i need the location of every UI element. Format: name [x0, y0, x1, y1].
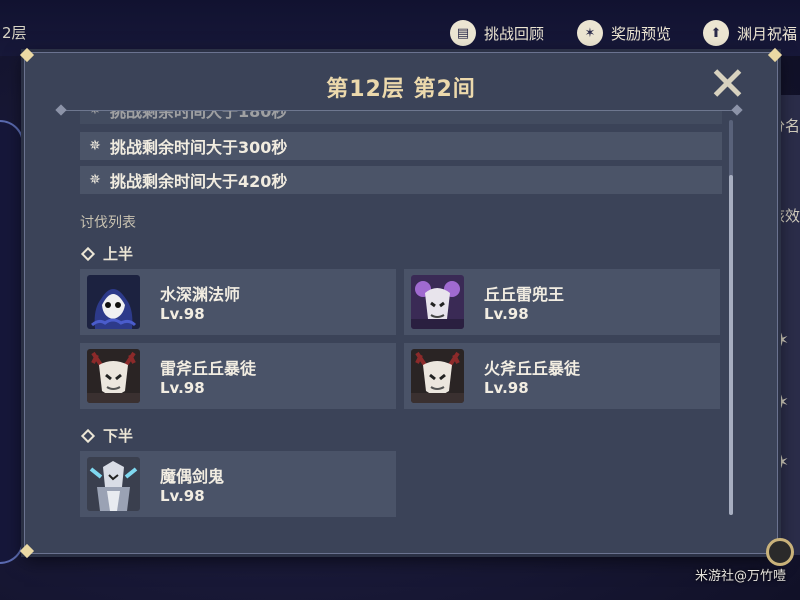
close-icon[interactable] [713, 69, 741, 97]
star-icon: ✵ [89, 138, 101, 154]
star-icon: ✵ [89, 172, 101, 188]
reward-preview-label: 奖励预览 [611, 24, 672, 43]
enemy-list-label: 讨伐列表 [80, 215, 136, 231]
enemy-level: Lv.98 [160, 487, 205, 505]
corner-gold-ring-icon [766, 538, 794, 566]
enemy-card[interactable]: 水深渊法师 Lv.98 [80, 269, 396, 335]
requirement-row: ✵ 挑战剩余时间大于420秒 [80, 166, 722, 194]
chamber-detail-dialog: 第12层 第2间 ✵ 挑战剩余时间大于180秒 ✵ 挑战剩余时间大于300秒 ✵… [24, 52, 778, 554]
scrollbar-thumb[interactable] [729, 175, 733, 515]
enemy-name: 魔偶剑鬼 [160, 467, 225, 486]
reward-preview-button[interactable]: ✶ 奖励预览 [577, 19, 671, 47]
enemy-name: 丘丘雷兜王 [484, 285, 565, 304]
corner-ornament [767, 47, 783, 63]
requirement-row: ✵ 挑战剩余时间大于180秒 [80, 111, 722, 124]
challenge-review-label: 挑战回顾 [484, 24, 545, 43]
enemy-level: Lv.98 [484, 379, 529, 397]
diamond-icon [80, 428, 96, 443]
enemy-level: Lv.98 [160, 305, 205, 323]
corner-ornament [19, 47, 35, 63]
second-half-label: 下半 [80, 425, 133, 446]
requirement-text: 挑战剩余时间大于420秒 [110, 172, 288, 191]
book-icon: ▤ [450, 20, 476, 46]
blessing-label: 渊月祝福 [737, 24, 798, 43]
requirement-text: 挑战剩余时间大于300秒 [110, 138, 288, 157]
star-badge-icon: ✶ [577, 20, 603, 46]
top-navigation-bar: 2层 ▤ 挑战回顾 ✶ 奖励预览 ⬆ 渊月祝福 [0, 0, 800, 56]
dialog-scrollbar[interactable] [729, 120, 733, 515]
enemy-card[interactable]: 丘丘雷兜王 Lv.98 [404, 269, 720, 335]
enemy-card[interactable]: 火斧丘丘暴徒 Lv.98 [404, 343, 720, 409]
blessing-button[interactable]: ⬆ 渊月祝福 [703, 19, 797, 47]
first-half-label: 上半 [80, 243, 133, 264]
second-half-text: 下半 [103, 427, 134, 445]
left-decorative-frame [0, 120, 24, 564]
dialog-title: 第12层 第2间 [326, 77, 476, 102]
abyss-mage-portrait [87, 275, 140, 329]
enemy-name: 水深渊法师 [160, 285, 241, 304]
challenge-review-button[interactable]: ▤ 挑战回顾 [450, 19, 544, 47]
requirement-text: 挑战剩余时间大于180秒 [110, 111, 288, 121]
first-half-text: 上半 [103, 245, 134, 263]
enemy-card[interactable]: 雷斧丘丘暴徒 Lv.98 [80, 343, 396, 409]
mitachurl-portrait [87, 349, 140, 403]
enemy-level: Lv.98 [160, 379, 205, 397]
diamond-icon [80, 246, 96, 261]
maguu-kenki-portrait [87, 457, 140, 511]
dialog-scroll-content[interactable]: ✵ 挑战剩余时间大于180秒 ✵ 挑战剩余时间大于300秒 ✵ 挑战剩余时间大于… [80, 111, 723, 531]
watermark: 米游社@万竹噎 [694, 569, 786, 584]
upload-icon: ⬆ [703, 20, 729, 46]
requirement-row: ✵ 挑战剩余时间大于300秒 [80, 132, 722, 160]
star-icon: ✵ [80, 111, 110, 118]
corner-ornament [19, 543, 35, 559]
mitachurl-portrait [411, 349, 464, 403]
enemy-name: 雷斧丘丘暴徒 [160, 359, 257, 378]
floor-tag: 2层 [2, 24, 27, 42]
enemy-card[interactable]: 魔偶剑鬼 Lv.98 [80, 451, 396, 517]
hilichurl-king-portrait [411, 275, 464, 329]
enemy-name: 火斧丘丘暴徒 [484, 359, 581, 378]
enemy-level: Lv.98 [484, 305, 529, 323]
